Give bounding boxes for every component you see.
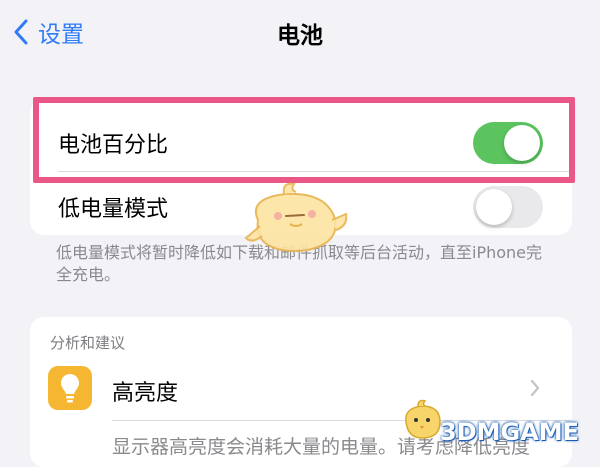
low-power-mode-toggle[interactable] <box>473 186 543 228</box>
high-brightness-item[interactable]: 高亮度 <box>112 375 178 407</box>
lightbulb-icon <box>48 366 92 410</box>
chevron-right-icon[interactable] <box>530 379 540 397</box>
highlight-box <box>33 97 575 183</box>
watermark-mascot-icon <box>405 399 441 439</box>
insights-section-header: 分析和建议 <box>50 334 126 352</box>
watermark-logo: 3DMGAME <box>440 418 580 446</box>
mascot-icon <box>244 182 348 252</box>
page-title: 电池 <box>277 23 323 49</box>
low-power-mode-label: 低电量模式 <box>58 197 169 222</box>
toggle-knob <box>476 189 512 225</box>
